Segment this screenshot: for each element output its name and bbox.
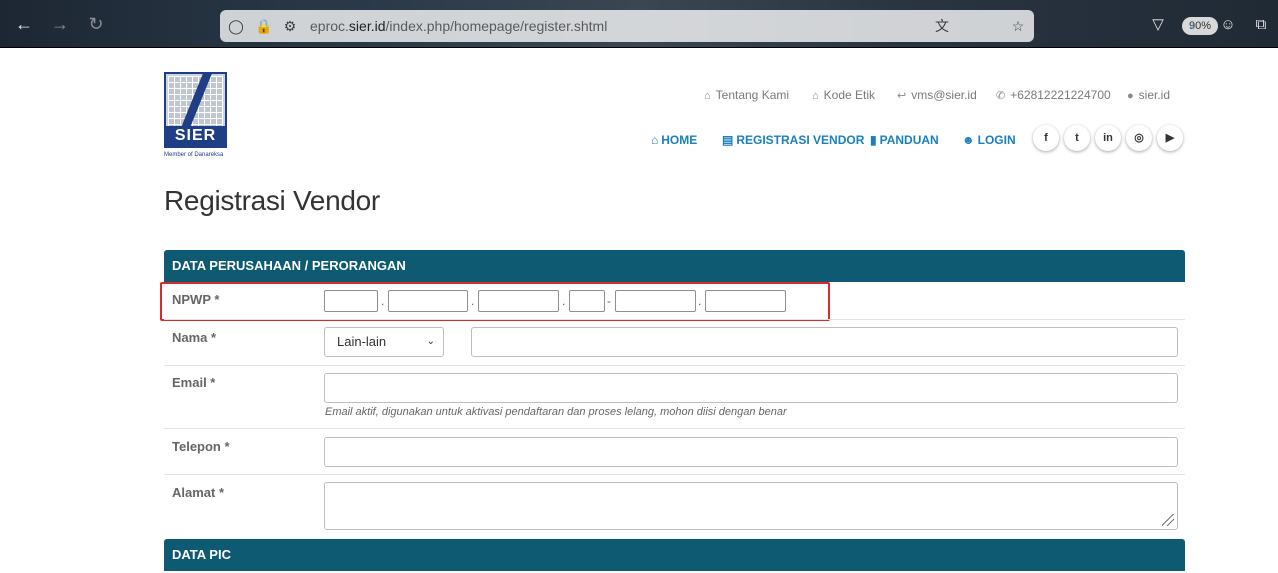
section-header-data-perusahaan: DATA PERUSAHAAN / PERORANGAN bbox=[164, 250, 1185, 282]
permissions-icon[interactable]: ⚙ bbox=[280, 16, 300, 36]
nav-home[interactable]: ⌂ HOME bbox=[651, 133, 697, 147]
page-title: Registrasi Vendor bbox=[164, 185, 380, 216]
home-icon: ⌂ bbox=[651, 133, 659, 147]
email-label: vms@sier.id bbox=[911, 88, 977, 102]
id-card-icon: ▤ bbox=[722, 133, 734, 147]
logo-mark: SIER bbox=[164, 72, 227, 148]
instagram-icon[interactable]: ◎ bbox=[1126, 125, 1152, 151]
back-icon[interactable]: ← bbox=[12, 12, 36, 36]
nav-home-label: HOME bbox=[661, 133, 698, 147]
email-input[interactable] bbox=[324, 373, 1178, 403]
nav-guide-label: PANDUAN bbox=[879, 133, 939, 147]
file-icon: ▮ bbox=[870, 133, 877, 147]
telepon-label: Telepon * bbox=[172, 439, 230, 454]
nav-panduan[interactable]: ▮ PANDUAN bbox=[870, 133, 939, 147]
alamat-label: Alamat * bbox=[172, 485, 225, 500]
nav-register-label: REGISTRASI VENDOR bbox=[736, 133, 865, 147]
globe-icon: ● bbox=[1127, 90, 1134, 102]
url-text[interactable]: eproc.sier.id/index.php/homepage/registe… bbox=[310, 18, 607, 34]
address-bar[interactable]: ◯ 🔒 ⚙ eproc.sier.id/index.php/homepage/r… bbox=[220, 10, 1218, 42]
bookmark-star-icon[interactable]: ☆ bbox=[1008, 16, 1028, 36]
phone-label: +62812221224700 bbox=[1010, 88, 1111, 102]
chevron-down-icon: ⌄ bbox=[426, 336, 435, 347]
nav-login[interactable]: ☻ LOGIN bbox=[962, 133, 1016, 147]
link-email[interactable]: ↩ vms@sier.id bbox=[897, 88, 977, 102]
row-divider bbox=[164, 319, 1185, 320]
account-icon[interactable]: ☺ bbox=[1217, 14, 1239, 36]
textarea-resize-handle[interactable] bbox=[1162, 514, 1174, 526]
link-phone[interactable]: ✆ +62812221224700 bbox=[996, 88, 1111, 102]
nama-label: Nama * bbox=[172, 330, 217, 345]
tentang-kami-label: Tentang Kami bbox=[715, 88, 790, 102]
home-icon: ⌂ bbox=[704, 90, 711, 102]
lock-icon[interactable]: 🔒 bbox=[254, 16, 274, 36]
download-icon[interactable]: ↓ bbox=[1182, 14, 1204, 36]
shield-icon[interactable]: ◯ bbox=[226, 16, 246, 36]
logo-member-text: Member of Danareksa bbox=[164, 152, 224, 158]
link-kode-etik[interactable]: ⌂ Kode Etik bbox=[812, 88, 875, 102]
email-help-text: Email aktif, digunakan untuk aktivasi pe… bbox=[325, 406, 787, 418]
npwp-highlight-box bbox=[160, 282, 830, 321]
row-divider bbox=[164, 365, 1185, 366]
reply-icon: ↩ bbox=[897, 90, 907, 102]
twitter-icon[interactable]: t bbox=[1064, 125, 1090, 151]
telepon-input[interactable] bbox=[324, 437, 1178, 467]
users-icon: ☻ bbox=[962, 133, 975, 147]
site-label: sier.id bbox=[1138, 88, 1171, 102]
section-header-data-pic: DATA PIC bbox=[164, 539, 1185, 571]
linkedin-icon[interactable]: in bbox=[1095, 125, 1121, 151]
nama-input[interactable] bbox=[471, 327, 1178, 357]
alamat-textarea[interactable] bbox=[324, 482, 1178, 530]
row-divider bbox=[164, 428, 1185, 429]
nama-type-value: Lain-lain bbox=[337, 334, 387, 349]
nama-type-select[interactable]: Lain-lain ⌄ bbox=[324, 327, 444, 357]
sier-logo[interactable]: SIER Member of Danareksa bbox=[164, 72, 228, 160]
forward-icon[interactable]: → bbox=[48, 12, 72, 36]
email-label: Email * bbox=[172, 375, 216, 390]
url-path: /index.php/homepage/register.shtml bbox=[385, 18, 608, 34]
home-icon: ⌂ bbox=[812, 90, 819, 102]
extensions-icon[interactable]: ⧉ bbox=[1250, 14, 1272, 36]
nav-registrasi-vendor[interactable]: ▤ REGISTRASI VENDOR bbox=[722, 133, 864, 147]
reload-icon[interactable]: ↻ bbox=[84, 12, 108, 36]
kode-etik-label: Kode Etik bbox=[823, 88, 876, 102]
link-tentang-kami[interactable]: ⌂ Tentang Kami bbox=[704, 88, 789, 102]
nav-login-label: LOGIN bbox=[977, 133, 1016, 147]
pocket-icon[interactable]: ▽ bbox=[1147, 14, 1169, 36]
url-prefix: eproc. bbox=[310, 18, 349, 34]
facebook-icon[interactable]: f bbox=[1033, 125, 1059, 151]
url-domain: sier.id bbox=[348, 18, 386, 34]
row-divider bbox=[164, 474, 1185, 475]
phone-icon: ✆ bbox=[996, 90, 1006, 102]
link-site[interactable]: ● sier.id bbox=[1127, 88, 1170, 102]
logo-brand: SIER bbox=[166, 126, 225, 146]
youtube-icon[interactable]: ▶ bbox=[1157, 125, 1183, 151]
browser-toolbar: ← → ↻ ◯ 🔒 ⚙ eproc.sier.id/index.php/home… bbox=[0, 0, 1278, 48]
translate-icon[interactable]: 文 bbox=[932, 16, 952, 36]
